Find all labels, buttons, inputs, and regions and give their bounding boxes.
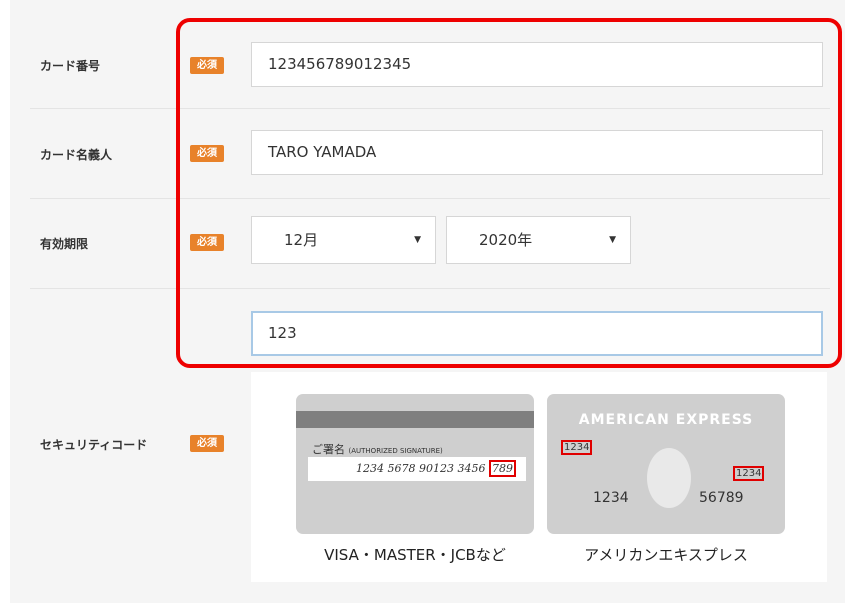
dropdown-arrow-icon: ▼ (609, 235, 616, 245)
amex-logo-circle (647, 448, 691, 508)
card-number-text: 1234 5678 90123 3456 (356, 462, 486, 475)
magnetic-stripe (296, 411, 534, 428)
row-divider (30, 288, 830, 289)
amex-number-left: 1234 (593, 490, 629, 506)
security-code-input[interactable]: 123 (251, 311, 823, 356)
amex-title: AMERICAN EXPRESS (578, 412, 754, 428)
signature-panel: 1234 5678 90123 3456 789 (308, 457, 526, 481)
row-divider (30, 108, 830, 109)
card-number-input[interactable]: 123456789012345 (251, 42, 823, 87)
required-badge: 必須 (190, 234, 224, 251)
dropdown-arrow-icon: ▼ (414, 235, 421, 245)
visa-caption: VISA・MASTER・JCBなど (324, 546, 506, 564)
signature-label: ご署名 (AUTHORIZED SIGNATURE) (312, 443, 443, 456)
security-code-label: セキュリティコード (40, 438, 148, 452)
amex-number-right: 56789 (699, 490, 744, 506)
expiry-month-value: 12月 (284, 231, 319, 249)
card-holder-label: カード名義人 (40, 148, 113, 162)
card-number-label: カード番号 (40, 59, 101, 73)
card-examples: ご署名 (AUTHORIZED SIGNATURE) 1234 5678 901… (251, 372, 827, 582)
amex-card-illustration: AMERICAN EXPRESS 1234 1234 1234 56789 (547, 394, 785, 534)
amex-code-left: 1234 (561, 440, 593, 455)
required-badge: 必須 (190, 145, 224, 162)
amex-code-right: 1234 (733, 466, 765, 481)
expiry-year-value: 2020年 (479, 231, 533, 249)
required-badge: 必須 (190, 57, 224, 74)
visa-card-illustration: ご署名 (AUTHORIZED SIGNATURE) 1234 5678 901… (296, 394, 534, 534)
row-divider (30, 198, 830, 199)
expiry-year-select[interactable]: 2020年 ▼ (446, 216, 631, 264)
amex-caption: アメリカンエキスプレス (584, 546, 748, 564)
cvv-highlight: 789 (489, 460, 516, 477)
expiry-label: 有効期限 (40, 237, 89, 251)
required-badge: 必須 (190, 435, 224, 452)
expiry-month-select[interactable]: 12月 ▼ (251, 216, 436, 264)
card-holder-input[interactable]: TARO YAMADA (251, 130, 823, 175)
